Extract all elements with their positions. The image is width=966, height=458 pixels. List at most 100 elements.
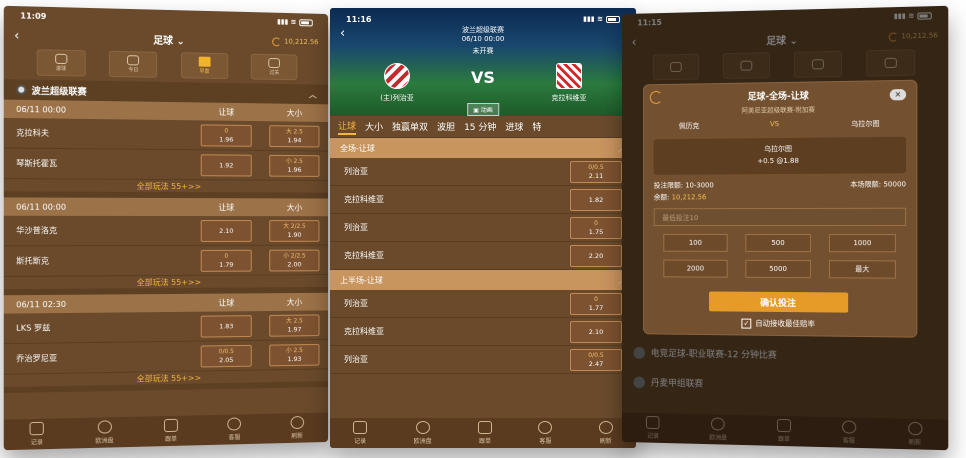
auto-accept-toggle[interactable]: ✓ 自动接收最佳赔率 bbox=[644, 317, 916, 331]
match-teams: 佩历克 VS 乌拉尔图 bbox=[644, 118, 916, 131]
stake-chip[interactable]: 500 bbox=[745, 233, 811, 253]
tab-6[interactable]: 特 bbox=[532, 120, 541, 133]
nav-follow[interactable]: 跟单 bbox=[477, 421, 492, 445]
team-name: 克拉科维亚 bbox=[344, 251, 384, 260]
back-icon[interactable]: ‹ bbox=[14, 28, 35, 44]
match-list: 06/11 00:00 让球 大小 克拉科夫 0 1.96 大 2.5 1.94 琴斯托霍瓦 1.… bbox=[3, 99, 329, 394]
tab-4[interactable]: 15 分钟 bbox=[464, 120, 496, 133]
team-name: 列治亚 bbox=[344, 223, 368, 232]
tab-1[interactable]: 大小 bbox=[365, 120, 383, 133]
odds-line: 0 bbox=[224, 252, 229, 260]
tab-early[interactable]: 早盘 bbox=[180, 52, 229, 80]
odds-button[interactable]: 2.10 bbox=[200, 219, 252, 242]
odds-button[interactable]: 2.20 bbox=[570, 244, 622, 267]
stake-chip[interactable]: 5000 bbox=[745, 259, 811, 279]
close-icon[interactable]: ✕ bbox=[889, 89, 907, 101]
odds-value: 2.05 bbox=[219, 355, 234, 364]
nav-records[interactable]: 记录 bbox=[353, 421, 368, 445]
stake-chip[interactable]: 最大 bbox=[828, 260, 896, 279]
odds-button[interactable]: 2.10 bbox=[570, 320, 622, 343]
tab-live[interactable]: 滚球 bbox=[36, 49, 86, 77]
table-row: 琴斯托霍瓦 1.92 小 2.5 1.96 bbox=[3, 148, 329, 181]
odds-value: 1.93 bbox=[287, 354, 302, 363]
sport-selector[interactable]: 足球 ⌄ bbox=[153, 31, 185, 47]
balance-display[interactable]: 10,212.56 bbox=[272, 36, 319, 47]
odds-button[interactable]: 1.92 bbox=[200, 153, 252, 177]
checkbox-icon: ✓ bbox=[741, 318, 752, 329]
team-name: 克拉科维亚 bbox=[344, 327, 384, 336]
phone-match-list: 11:09 ▮▮▮ ≋ ‹ 足球 ⌄ 10,212.56 滚球 今日 早盘 过关… bbox=[3, 5, 329, 451]
confirm-bet-button[interactable]: 确认投注 bbox=[709, 291, 849, 313]
odds-button[interactable]: 大 2/2.5 1.90 bbox=[269, 219, 320, 242]
bottom-nav: 记录 欧洲盘 跟单 客服 刷新 bbox=[3, 412, 329, 451]
odds-button[interactable]: 0 1.77 bbox=[570, 292, 622, 315]
tab-2[interactable]: 独赢单双 bbox=[392, 120, 428, 133]
bottom-nav: 记录 欧洲盘 跟单 客服 刷新 bbox=[330, 418, 636, 448]
nav-europe[interactable]: 欧洲盘 bbox=[95, 420, 114, 445]
tab-3[interactable]: 波胆 bbox=[437, 120, 455, 133]
team-name: 克拉科夫 bbox=[16, 128, 49, 138]
nav-refresh[interactable]: 刷新 bbox=[598, 421, 613, 445]
odds-button[interactable]: 0/0.5 2.05 bbox=[200, 344, 252, 367]
odds-sections: 全场-让球︿列治亚0/0.52.11克拉科维亚1.82列治亚01.75克拉科维亚… bbox=[330, 138, 636, 374]
odds-row: 克拉科维亚 2.20 bbox=[330, 242, 636, 270]
match-status: 未开赛 bbox=[472, 47, 494, 55]
table-row: 华沙普洛克 2.10 大 2/2.5 1.90 bbox=[3, 215, 329, 247]
odds-button[interactable]: 0 1.96 bbox=[200, 123, 252, 147]
stake-chip[interactable]: 100 bbox=[663, 233, 728, 252]
stake-input[interactable]: 最低投注10 bbox=[653, 207, 907, 227]
nav-follow[interactable]: 跟单 bbox=[164, 418, 178, 443]
early-icon bbox=[198, 56, 211, 67]
tab-today[interactable]: 今日 bbox=[109, 50, 158, 78]
nav-support[interactable]: 客服 bbox=[227, 417, 242, 442]
column-over-under: 大小 bbox=[286, 297, 303, 307]
refresh-icon bbox=[272, 36, 282, 46]
status-icons: ▮▮▮ ≋ bbox=[277, 18, 313, 27]
stake-chip[interactable]: 2000 bbox=[663, 259, 728, 278]
tab-0[interactable]: 让球 bbox=[338, 119, 357, 135]
nav-support[interactable]: 客服 bbox=[538, 421, 553, 445]
away-team: 克拉科维亚 bbox=[524, 63, 614, 103]
odds-line: 小 2/2.5 bbox=[283, 252, 306, 260]
records-icon bbox=[29, 421, 45, 436]
odds-row: 克拉科维亚 1.82 bbox=[330, 186, 636, 214]
odds-value: 2.47 bbox=[588, 359, 604, 368]
vs-label: VS bbox=[769, 120, 780, 129]
tab-5[interactable]: 进球 bbox=[505, 120, 523, 133]
section-header[interactable]: 上半场-让球︿ bbox=[330, 270, 636, 290]
nav-refresh[interactable]: 刷新 bbox=[290, 415, 304, 440]
odds-button[interactable]: 0/0.5 2.11 bbox=[570, 160, 622, 183]
odds-button[interactable]: 大 2.5 1.97 bbox=[269, 313, 320, 337]
odds-button[interactable]: 小 2.5 1.93 bbox=[269, 343, 320, 366]
odds-line: 0 bbox=[594, 219, 598, 227]
odds-button[interactable]: 0 1.79 bbox=[200, 249, 252, 272]
odds-button[interactable]: 大 2.5 1.94 bbox=[269, 124, 320, 147]
odds-button[interactable]: 0/0.5 2.47 bbox=[570, 348, 622, 371]
nav-records[interactable]: 记录 bbox=[29, 421, 45, 447]
odds-button[interactable]: 0 1.75 bbox=[570, 216, 622, 239]
odds-button[interactable]: 1.82 bbox=[570, 188, 622, 211]
refresh-icon bbox=[598, 421, 613, 434]
checklist-icon bbox=[477, 421, 492, 434]
animation-button[interactable]: ▣ 动画 bbox=[467, 103, 499, 116]
column-over-under: 大小 bbox=[286, 202, 303, 212]
odds-button[interactable]: 小 2/2.5 2.00 bbox=[269, 249, 320, 271]
stake-chip[interactable]: 1000 bbox=[828, 234, 896, 253]
nav-europe[interactable]: 欧洲盘 bbox=[414, 421, 432, 445]
tab-parlay[interactable]: 过关 bbox=[251, 53, 298, 81]
limits: 投注限额: 10-3000 本场限额: 50000 bbox=[644, 179, 916, 190]
odds-line: 0/0.5 bbox=[588, 351, 604, 359]
team-name: 列治亚 bbox=[344, 299, 368, 308]
odds-button[interactable]: 1.83 bbox=[200, 314, 252, 338]
section-header[interactable]: 全场-让球︿ bbox=[330, 138, 636, 158]
section-title: 上半场-让球 bbox=[340, 275, 383, 285]
refresh-icon[interactable] bbox=[649, 90, 663, 104]
refresh-icon bbox=[290, 415, 304, 430]
odds-value: 1.83 bbox=[219, 321, 234, 330]
league-name: 波兰超级联赛 bbox=[462, 26, 504, 34]
bet-modal: ✕ 足球-全场-让球 阿美尼亚超级联赛-附加赛 佩历克 VS 乌拉尔图 乌拉尔图… bbox=[643, 79, 918, 338]
odds-value: 2.00 bbox=[287, 259, 302, 268]
odds-line: 0 bbox=[594, 295, 598, 303]
all-markets-link[interactable]: 全部玩法 55+>> bbox=[3, 179, 329, 199]
odds-button[interactable]: 小 2.5 1.96 bbox=[269, 154, 320, 177]
